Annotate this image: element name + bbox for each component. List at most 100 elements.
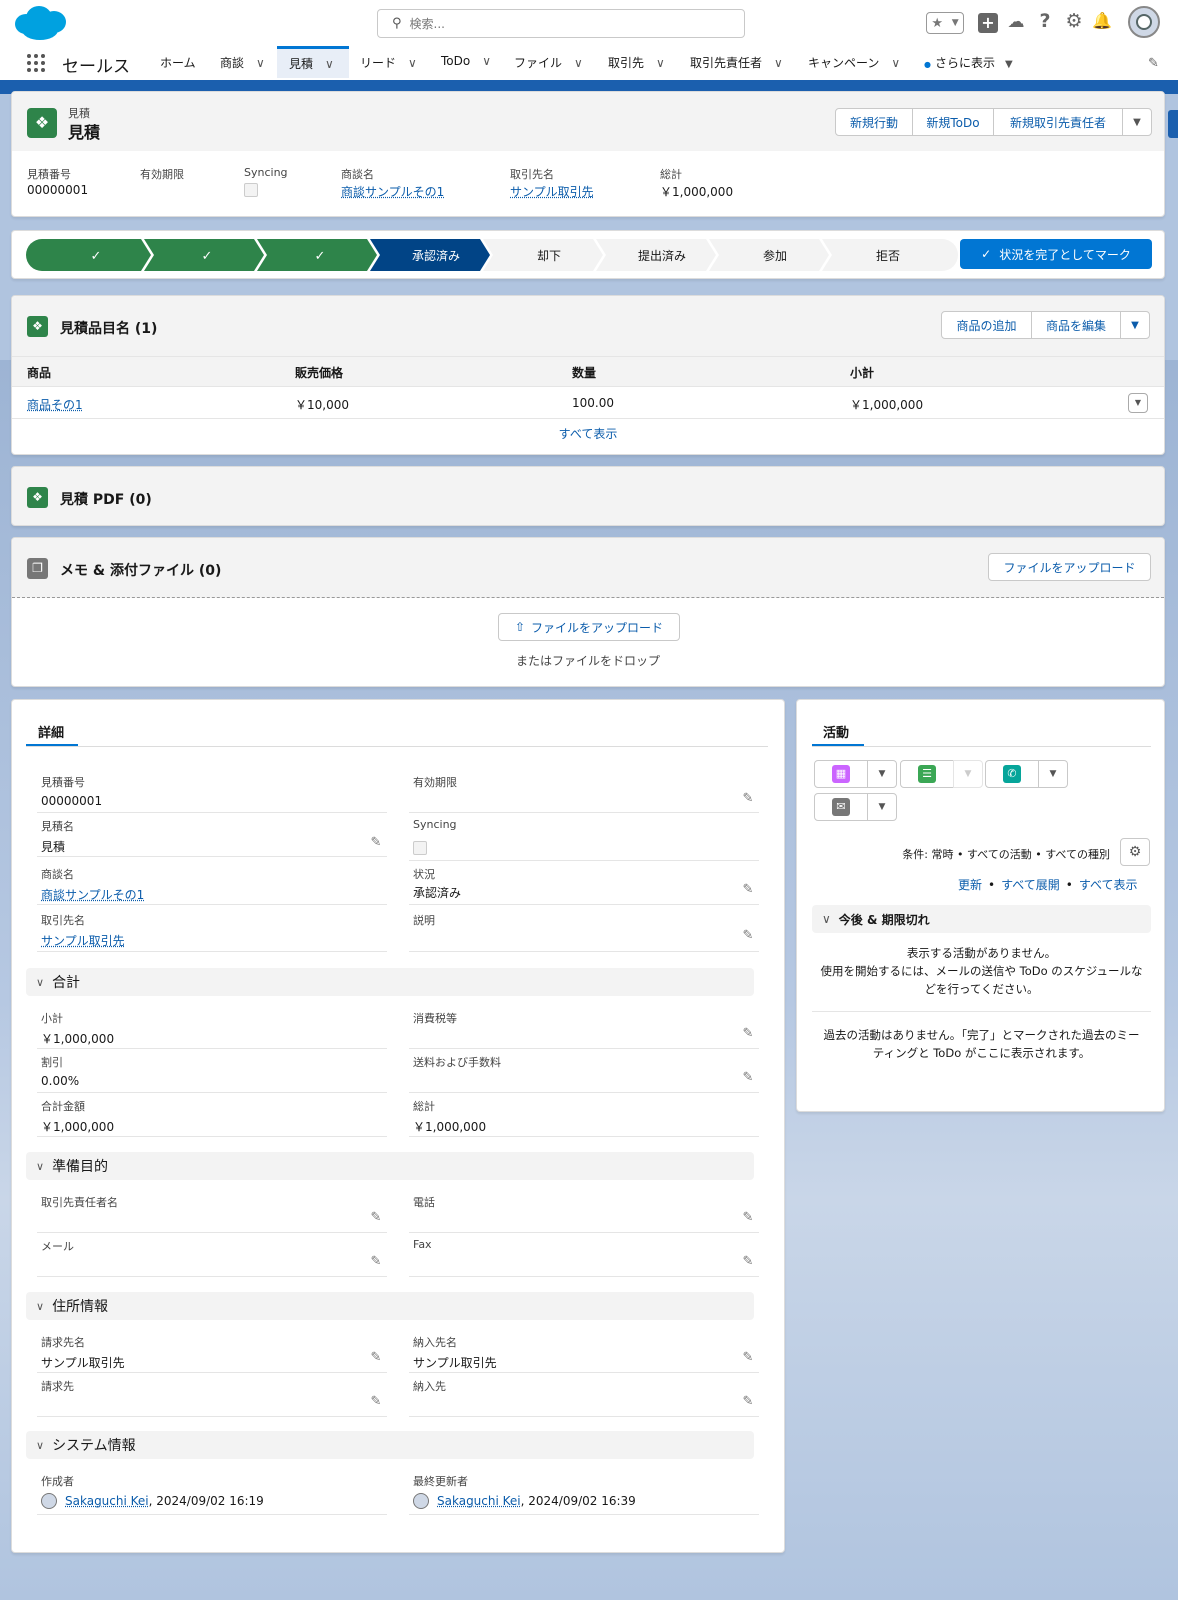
chevron-down-icon: ∨: [822, 912, 831, 926]
created-user-link[interactable]: Sakaguchi Kei: [65, 1494, 149, 1508]
trailhead-icon[interactable]: ☁: [1005, 12, 1027, 34]
activity-filter-settings-button[interactable]: ⚙: [1120, 838, 1150, 866]
card-title[interactable]: 見積 PDF (0): [60, 489, 152, 509]
edit-pencil-icon[interactable]: ✎: [741, 883, 755, 897]
log-call-activity-button[interactable]: ✆: [985, 760, 1039, 788]
tab-todo[interactable]: ToDo ∨: [441, 54, 491, 68]
new-event-activity-button[interactable]: ▦: [814, 760, 868, 788]
new-task-activity-button[interactable]: ☰: [900, 760, 954, 788]
tab-activity[interactable]: 活動: [823, 722, 849, 741]
field-value: サンプル取引先: [413, 1356, 497, 1370]
call-menu-button[interactable]: ▼: [1038, 760, 1068, 788]
new-contact-button[interactable]: 新規取引先責任者: [993, 108, 1123, 136]
button-label: ファイルをアップロード: [531, 620, 664, 635]
global-search-input[interactable]: ⚲ 検索...: [377, 9, 745, 38]
past-line: ティングと ToDo がここに表示されます。: [872, 1046, 1091, 1060]
field-value: ￥1,000,000: [41, 1120, 115, 1134]
user-avatar[interactable]: [1128, 6, 1160, 38]
account-link[interactable]: サンプル取引先: [510, 183, 594, 200]
edit-pencil-icon[interactable]: ✎: [369, 836, 383, 850]
refresh-link[interactable]: 更新: [958, 878, 982, 892]
tab-contacts[interactable]: 取引先責任者 ∨: [690, 54, 783, 71]
edit-nav-pencil-icon[interactable]: ✎: [1148, 56, 1159, 71]
notifications-bell-icon[interactable]: 🔔: [1092, 11, 1112, 33]
field-value: ￥1,000,000: [413, 1120, 487, 1134]
mark-status-complete-button[interactable]: ✓ 状況を完了としてマーク: [960, 239, 1152, 269]
edit-pencil-icon[interactable]: ✎: [741, 1211, 755, 1225]
opportunity-link[interactable]: 商談サンプルその1: [341, 183, 444, 200]
column-header[interactable]: 販売価格: [295, 364, 343, 381]
upload-files-center-button[interactable]: ⇧ ファイルをアップロード: [498, 613, 680, 641]
path-stage-complete-1[interactable]: [26, 239, 151, 271]
chevron-down-icon: ∨: [891, 56, 901, 70]
column-header[interactable]: 数量: [572, 364, 596, 381]
product-link[interactable]: 商品その1: [27, 396, 83, 413]
tab-details[interactable]: 詳細: [38, 722, 64, 741]
tab-campaigns[interactable]: キャンペーン ∨: [808, 54, 900, 71]
field-label: 取引先名: [41, 914, 85, 927]
tab-quotes-active[interactable]: 見積 ∨: [277, 46, 349, 78]
section-totals-header[interactable]: ∨ 合計: [26, 968, 754, 996]
event-menu-button[interactable]: ▼: [867, 760, 897, 788]
tab-home[interactable]: ホーム: [160, 54, 196, 71]
column-header[interactable]: 商品: [27, 364, 51, 381]
global-actions-add-icon[interactable]: +: [978, 13, 998, 33]
new-todo-button[interactable]: 新規ToDo: [912, 108, 994, 136]
email-menu-button[interactable]: ▼: [867, 793, 897, 821]
tab-opportunities[interactable]: 商談 ∨: [220, 54, 265, 71]
edit-pencil-icon[interactable]: ✎: [741, 1351, 755, 1365]
tab-label: 商談: [220, 56, 245, 70]
upcoming-overdue-header[interactable]: ∨ 今後 & 期限切れ: [812, 905, 1151, 933]
add-products-button[interactable]: 商品の追加: [941, 311, 1032, 339]
edit-pencil-icon[interactable]: ✎: [369, 1211, 383, 1225]
upload-files-button[interactable]: ファイルをアップロード: [988, 553, 1151, 581]
view-all-link[interactable]: すべて表示: [12, 425, 1164, 442]
setup-gear-icon[interactable]: ⚙: [1063, 10, 1085, 34]
opportunity-link[interactable]: 商談サンプルその1: [41, 886, 144, 903]
edit-pencil-icon[interactable]: ✎: [741, 1071, 755, 1085]
edit-pencil-icon[interactable]: ✎: [741, 1027, 755, 1041]
tab-label: 取引先: [608, 56, 645, 70]
show-all-link[interactable]: すべて表示: [1079, 878, 1138, 892]
drop-files-text: またはファイルをドロップ: [515, 654, 660, 668]
more-actions-button[interactable]: ▼: [1122, 108, 1152, 136]
edit-pencil-icon[interactable]: ✎: [741, 1395, 755, 1409]
line-items-menu-button[interactable]: ▼: [1120, 311, 1150, 339]
utility-panel-toggle[interactable]: [1168, 110, 1178, 138]
section-system-header[interactable]: ∨ システム情報: [26, 1431, 754, 1459]
record-title: 見積: [68, 123, 101, 142]
expand-all-link[interactable]: すべて展開: [1001, 878, 1060, 892]
column-header[interactable]: 小計: [850, 364, 874, 381]
edit-pencil-icon[interactable]: ✎: [369, 1255, 383, 1269]
app-launcher-icon[interactable]: [25, 52, 47, 74]
quote-line-items-card: ❖ 見積品目名 (1) 商品の追加 商品を編集 ▼ 商品 販売価格 数量 小計 …: [11, 295, 1165, 455]
edit-pencil-icon[interactable]: ✎: [369, 1395, 383, 1409]
caret-down-icon: ▼: [878, 802, 886, 812]
field-label: 取引先責任者名: [41, 1196, 118, 1209]
tab-more[interactable]: ● さらに表示 ▼: [924, 54, 1013, 71]
send-email-activity-button[interactable]: ✉: [814, 793, 868, 821]
new-event-button[interactable]: 新規行動: [835, 108, 913, 136]
edit-pencil-icon[interactable]: ✎: [369, 1351, 383, 1365]
tab-label: キャンペーン: [808, 56, 880, 70]
row-actions-button[interactable]: ▼: [1128, 393, 1148, 413]
edit-products-button[interactable]: 商品を編集: [1031, 311, 1121, 339]
edit-pencil-icon[interactable]: ✎: [741, 929, 755, 943]
help-icon[interactable]: ?: [1035, 10, 1055, 34]
modified-user-link[interactable]: Sakaguchi Kei: [437, 1494, 521, 1508]
section-address-header[interactable]: ∨ 住所情報: [26, 1292, 754, 1320]
tab-files[interactable]: ファイル ∨: [514, 54, 583, 71]
account-link[interactable]: サンプル取引先: [41, 932, 125, 949]
salesforce-logo-icon[interactable]: [12, 4, 68, 42]
favorites-button[interactable]: ★ ▼: [926, 12, 964, 34]
field-label: 請求先: [41, 1380, 74, 1393]
tab-accounts[interactable]: 取引先 ∨: [608, 54, 665, 71]
edit-pencil-icon[interactable]: ✎: [741, 1255, 755, 1269]
field-label: 総計: [413, 1100, 435, 1113]
tab-leads[interactable]: リード ∨: [360, 54, 417, 71]
edit-pencil-icon[interactable]: ✎: [741, 792, 755, 806]
tab-label: 取引先責任者: [690, 56, 763, 70]
field-label: Fax: [413, 1238, 432, 1251]
past-activity-message: 過去の活動はありません。「完了」とマークされた過去のミー ティングと ToDo …: [812, 1026, 1151, 1062]
section-prepared-header[interactable]: ∨ 準備目的: [26, 1152, 754, 1180]
